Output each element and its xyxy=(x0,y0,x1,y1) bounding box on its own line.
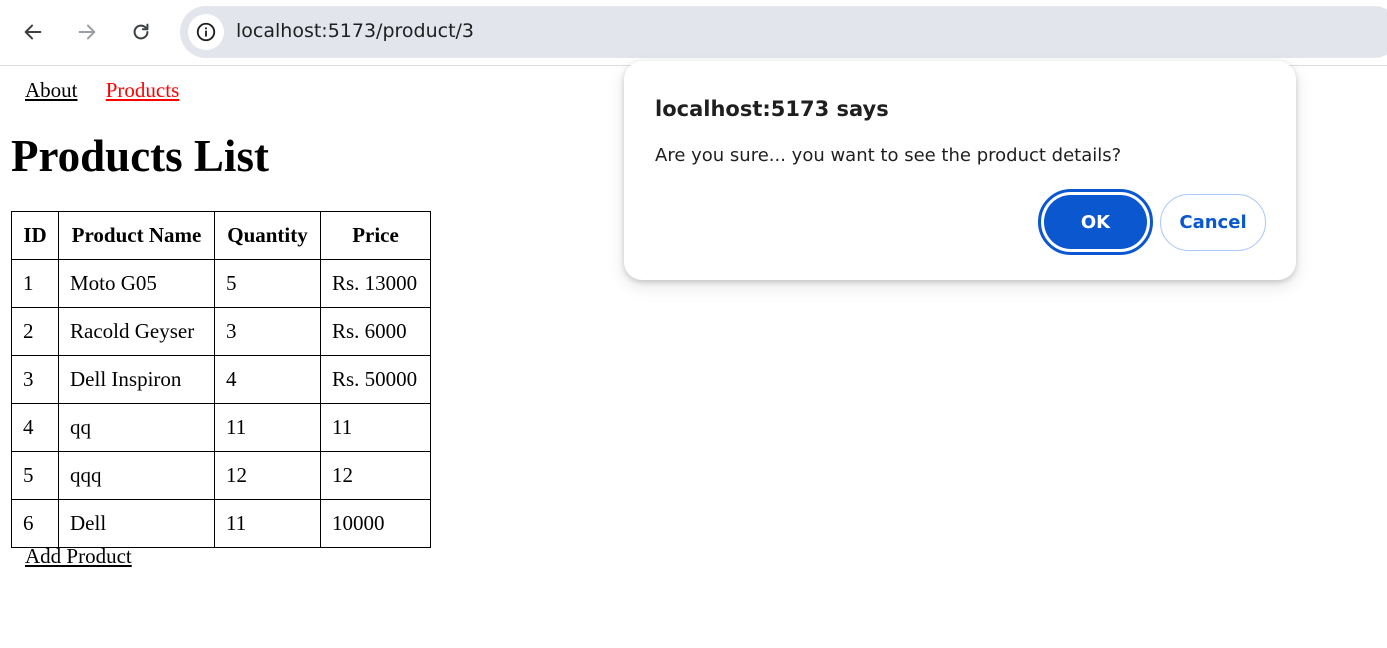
cell-quantity: 5 xyxy=(214,259,321,308)
top-nav: About Products xyxy=(25,78,202,103)
products-table: ID Product Name Quantity Price 1 Moto G0… xyxy=(11,211,431,548)
cell-product-name: Moto G05 xyxy=(58,259,215,308)
add-product-link[interactable]: Add Product xyxy=(25,544,132,569)
cell-price: 11 xyxy=(320,403,431,452)
forward-arrow-icon xyxy=(78,24,96,40)
alert-dialog: localhost:5173 says Are you sure... you … xyxy=(624,61,1296,280)
dialog-message: Are you sure... you want to see the prod… xyxy=(655,145,1122,166)
browser-toolbar: localhost:5173/product/3 xyxy=(0,0,1387,66)
nav-link-products[interactable]: Products xyxy=(106,78,180,102)
cell-price: Rs. 6000 xyxy=(320,307,431,356)
column-header-price: Price xyxy=(320,211,431,260)
table-row: 3 Dell Inspiron 4 Rs. 50000 xyxy=(11,355,431,404)
table-row: 5 qqq 12 12 xyxy=(11,451,431,500)
ok-button-label: OK xyxy=(1044,195,1147,249)
cell-quantity: 4 xyxy=(214,355,321,404)
cell-id: 6 xyxy=(11,499,59,548)
cell-quantity: 12 xyxy=(214,451,321,500)
reload-button[interactable] xyxy=(123,14,159,50)
cell-price: Rs. 13000 xyxy=(320,259,431,308)
table-row: 1 Moto G05 5 Rs. 13000 xyxy=(11,259,431,308)
column-header-quantity: Quantity xyxy=(214,211,321,260)
cell-id: 2 xyxy=(11,307,59,356)
cell-price: Rs. 50000 xyxy=(320,355,431,404)
cell-product-name: Racold Geyser xyxy=(58,307,215,356)
dialog-title: localhost:5173 says xyxy=(655,97,889,121)
cell-product-name: Dell Inspiron xyxy=(58,355,215,404)
cell-id: 1 xyxy=(11,259,59,308)
table-row: 6 Dell 11 10000 xyxy=(11,499,431,548)
forward-button[interactable] xyxy=(69,14,105,50)
url-text[interactable]: localhost:5173/product/3 xyxy=(236,20,474,42)
cell-price: 10000 xyxy=(320,499,431,548)
back-button[interactable] xyxy=(15,14,51,50)
cell-id: 3 xyxy=(11,355,59,404)
cell-quantity: 11 xyxy=(214,499,321,548)
nav-link-about[interactable]: About xyxy=(25,78,78,102)
cell-product-name: qq xyxy=(58,403,215,452)
cell-product-name: Dell xyxy=(58,499,215,548)
ok-button[interactable]: OK xyxy=(1038,189,1153,255)
page-title: Products List xyxy=(11,131,269,181)
info-icon xyxy=(196,22,216,42)
back-arrow-icon xyxy=(24,24,42,40)
cell-product-name: qqq xyxy=(58,451,215,500)
cell-id: 5 xyxy=(11,451,59,500)
table-row: 4 qq 11 11 xyxy=(11,403,431,452)
cell-quantity: 11 xyxy=(214,403,321,452)
cancel-button[interactable]: Cancel xyxy=(1160,194,1266,251)
table-header-row: ID Product Name Quantity Price xyxy=(11,211,431,260)
table-row: 2 Racold Geyser 3 Rs. 6000 xyxy=(11,307,431,356)
cell-quantity: 3 xyxy=(214,307,321,356)
cell-price: 12 xyxy=(320,451,431,500)
reload-icon xyxy=(133,23,149,40)
site-info-button[interactable] xyxy=(188,14,224,50)
address-bar[interactable]: localhost:5173/product/3 xyxy=(180,6,1387,58)
cell-id: 4 xyxy=(11,403,59,452)
column-header-product-name: Product Name xyxy=(58,211,215,260)
column-header-id: ID xyxy=(11,211,59,260)
